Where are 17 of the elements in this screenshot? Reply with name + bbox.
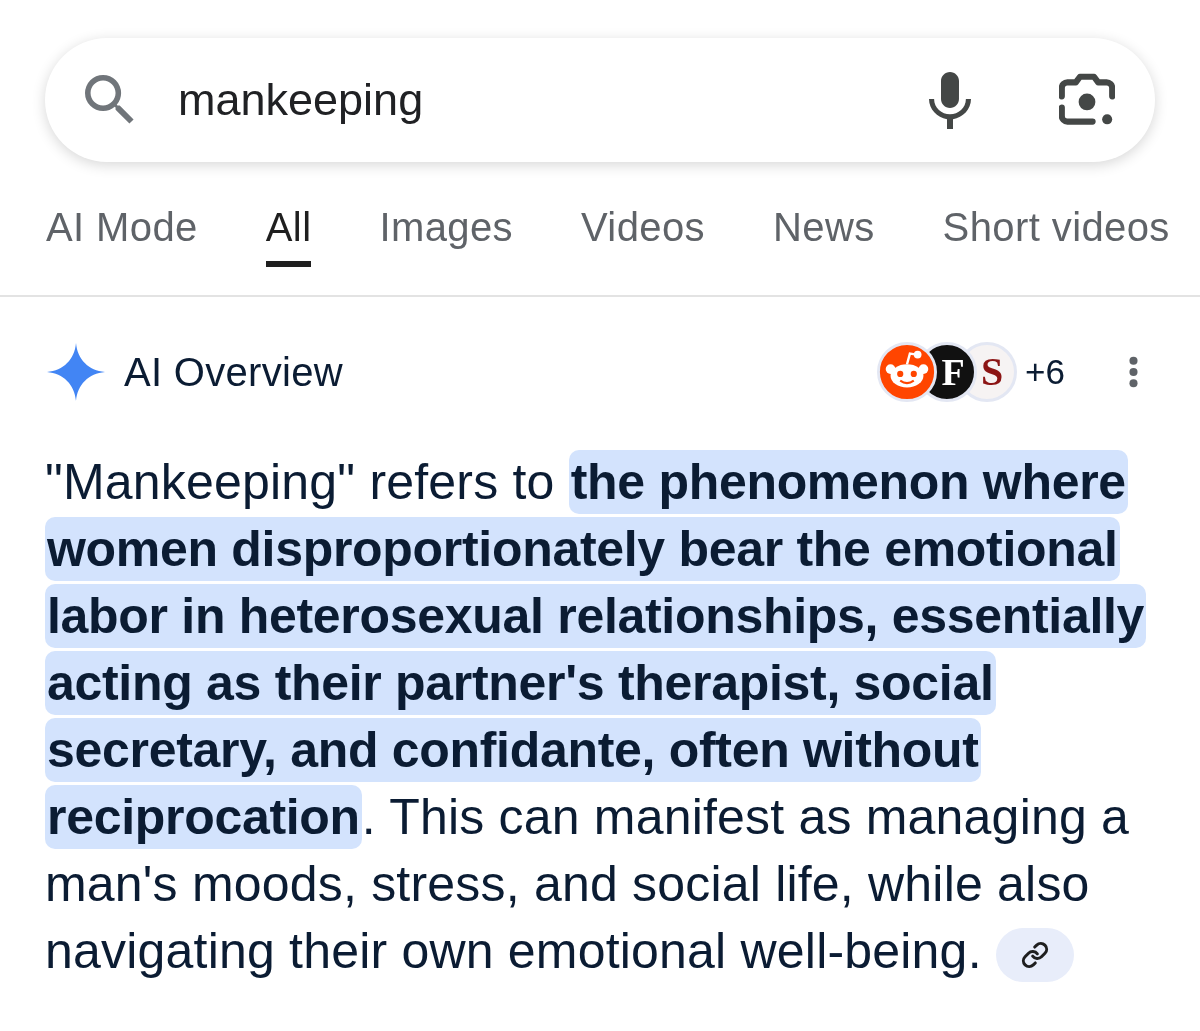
alien-face-icon [877,342,938,402]
camera-icon[interactable] [1059,73,1115,127]
sparkle-icon [47,343,105,401]
link-icon [1020,940,1049,969]
tab[interactable]: Short videos [942,204,1170,267]
tab[interactable]: Videos [581,204,705,267]
microphone-icon[interactable] [929,71,971,129]
search-icon [85,75,135,125]
more-sources-count: +6 [1025,351,1065,393]
tab[interactable]: News [773,204,875,267]
tab[interactable]: All [265,204,312,267]
search-field[interactable]: mankeeping [178,66,909,134]
tab[interactable]: AI Mode [46,204,198,267]
link-button[interactable] [995,927,1074,982]
more-options-icon[interactable] [1129,356,1138,388]
tab[interactable]: Images [379,204,513,267]
section-title: AI Overview [124,349,343,395]
